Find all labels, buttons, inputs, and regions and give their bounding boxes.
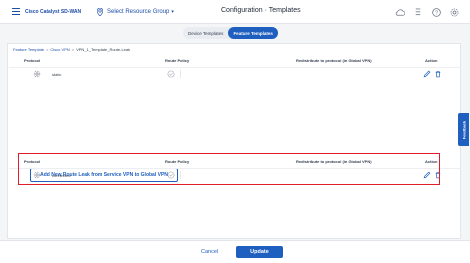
col-redistribute-header: Redistribute to protocol (in Global VPN) (296, 58, 372, 63)
edit-pencil-icon[interactable] (423, 171, 431, 179)
trash-icon[interactable] (434, 171, 442, 179)
page-title: Configuration · Templates (221, 7, 301, 14)
menu-dots-icon[interactable] (412, 6, 424, 18)
tab-feature-templates[interactable]: Feature Templates (228, 27, 278, 39)
col-route-policy-header: Route Policy (165, 58, 190, 63)
cloud-icon[interactable] (394, 6, 406, 18)
breadcrumb-separator: > (46, 47, 49, 52)
resource-group-selector[interactable]: Select Resource Group ▾ (97, 6, 174, 18)
feedback-label: Feedback (461, 120, 466, 139)
breadcrumb-feature-template[interactable]: Feature Template (13, 47, 44, 52)
cancel-button[interactable]: Cancel (201, 249, 218, 255)
protocol-value: static (52, 72, 62, 77)
gear-icon (33, 70, 41, 78)
route-policy-status-icon[interactable] (167, 70, 175, 78)
feedback-tab[interactable]: Feedback (458, 113, 469, 146)
protocol-value: connected (52, 173, 71, 178)
col-action-header: Action (425, 58, 438, 63)
template-tabs: Device Templates Feature Templates (183, 27, 278, 39)
table-row: connected (9, 168, 461, 180)
main-content-card: Feature Template > Cisco VPN > VPN_1_Templat… (7, 43, 461, 239)
location-pin-icon (97, 8, 103, 16)
breadcrumb-current: VPN_1_Template_Route-Leak (76, 47, 131, 52)
table-header: Protocol Route Policy Redistribute to pr… (9, 157, 461, 166)
hamburger-menu-icon[interactable] (12, 8, 20, 16)
route-policy-status-icon[interactable] (167, 171, 175, 179)
column-divider (180, 171, 181, 179)
settings-icon[interactable] (448, 6, 460, 18)
trash-icon[interactable] (434, 70, 442, 78)
tab-device-templates[interactable]: Device Templates (183, 27, 228, 39)
resource-group-label: Select Resource Group (107, 9, 170, 15)
table-header: Protocol Route Policy Redistribute to pr… (9, 56, 461, 65)
svg-text:?: ? (435, 10, 438, 16)
breadcrumb-separator: > (71, 47, 75, 52)
col-action-header: Action (425, 159, 438, 164)
gear-icon (33, 171, 41, 179)
breadcrumb-cisco-vpn[interactable]: Cisco VPN (50, 47, 69, 52)
help-icon[interactable]: ? (430, 6, 442, 18)
edit-pencil-icon[interactable] (423, 70, 431, 78)
col-protocol-header: Protocol (24, 58, 41, 63)
footer-bar: Cancel Update (0, 240, 470, 263)
col-route-policy-header: Route Policy (165, 159, 190, 164)
table-row: static (9, 67, 461, 79)
col-redistribute-header: Redistribute to protocol (in Global VPN) (296, 159, 372, 164)
chevron-down-icon: ▾ (171, 9, 174, 15)
column-divider (180, 70, 181, 78)
brand-title: Cisco Catalyst SD-WAN (25, 9, 82, 15)
top-header: Cisco Catalyst SD-WAN Select Resource Gr… (0, 0, 470, 24)
col-protocol-header: Protocol (24, 159, 41, 164)
update-button[interactable]: Update (236, 246, 283, 258)
breadcrumb: Feature Template > Cisco VPN > VPN_1_Templat… (13, 47, 130, 52)
